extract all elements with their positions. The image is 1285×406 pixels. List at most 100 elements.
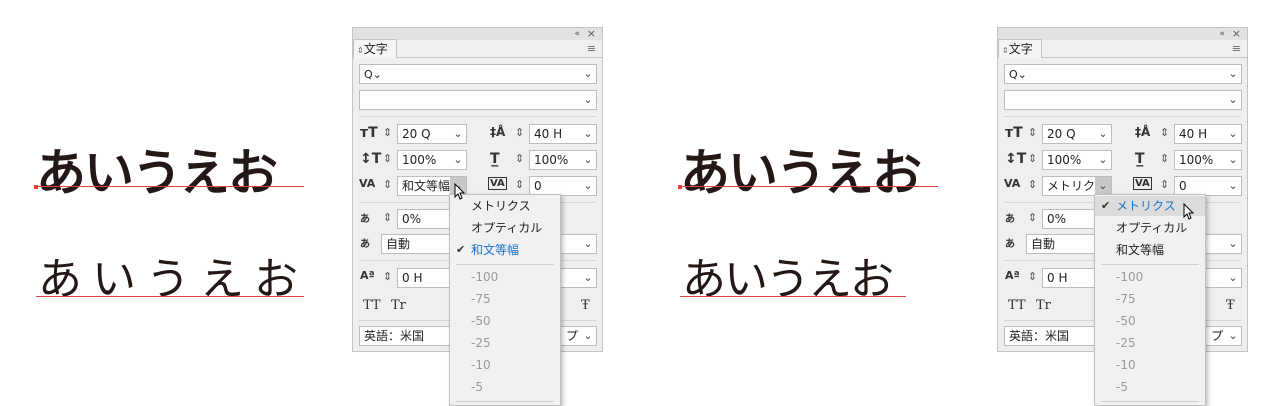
spin-arrows-icon[interactable]: ⇕ xyxy=(1028,176,1037,194)
tab-arrow-icon: ⇕ xyxy=(1002,46,1009,55)
strikethrough-button[interactable]: Ŧ xyxy=(1226,298,1235,313)
menu-item-japanese-equal-width[interactable]: 和文等幅 xyxy=(1095,240,1205,260)
spin-arrows-icon[interactable]: ⇕ xyxy=(383,150,392,168)
tracking-field[interactable]: 0 ⌄ xyxy=(529,176,597,196)
chevron-down-icon[interactable]: ⌄ xyxy=(1225,91,1241,109)
horizontal-scale-field[interactable]: 100% ⌄ xyxy=(529,150,597,170)
chevron-down-icon[interactable]: ⌄ xyxy=(1095,125,1111,143)
menu-item-value[interactable]: -10 xyxy=(450,355,560,375)
baseline-guide xyxy=(680,186,938,187)
chevron-down-icon[interactable]: ⌄ xyxy=(1095,151,1111,169)
vertical-scale-field[interactable]: 100% ⌄ xyxy=(397,150,467,170)
horizontal-scale-value: 100% xyxy=(534,153,569,167)
chevron-down-icon[interactable]: ⌄ xyxy=(1095,177,1111,195)
menu-item-japanese-equal-width[interactable]: ✔ 和文等幅 xyxy=(450,240,560,260)
tab-character[interactable]: ⇕文字 xyxy=(353,39,397,58)
leading-field[interactable]: 40 H ⌄ xyxy=(529,124,597,144)
spin-arrows-icon[interactable]: ⇕ xyxy=(1160,124,1169,142)
vertical-scale-field[interactable]: 100% ⌄ xyxy=(1042,150,1112,170)
spin-arrows-icon[interactable]: ⇕ xyxy=(1028,124,1037,142)
font-style-field[interactable]: ⌄ xyxy=(1004,90,1242,110)
tracking-value: 0 xyxy=(534,179,542,193)
aki-icon: あ xyxy=(1005,239,1015,250)
baseline-anchor xyxy=(34,185,38,189)
chevron-down-icon[interactable]: ⌄ xyxy=(580,91,596,109)
menu-item-value[interactable]: -5 xyxy=(1095,377,1205,397)
chevron-down-icon[interactable]: ⌄ xyxy=(580,125,596,143)
vertical-scale-value: 100% xyxy=(402,153,437,167)
chevron-down-icon[interactable]: ⌄ xyxy=(1225,269,1241,287)
menu-item-value[interactable]: -50 xyxy=(450,311,560,331)
spin-arrows-icon[interactable]: ⇕ xyxy=(1160,176,1169,194)
spin-arrows-icon[interactable]: ⇕ xyxy=(1028,150,1037,168)
chevron-down-icon[interactable]: ⌄ xyxy=(580,235,596,253)
kerning-icon: VA xyxy=(1004,177,1021,190)
baseline-guide xyxy=(36,186,304,187)
chevron-down-icon[interactable]: ⌄ xyxy=(580,151,596,169)
font-family-field[interactable]: Q⌄ ⌄ xyxy=(359,64,597,84)
spin-arrows-icon[interactable]: ⇕ xyxy=(1028,268,1037,286)
menu-item-value[interactable]: -100 xyxy=(450,267,560,287)
horizontal-scale-field[interactable]: 100% ⌄ xyxy=(1174,150,1242,170)
spin-arrows-icon[interactable]: ⇕ xyxy=(515,124,524,142)
menu-item-optical[interactable]: オプティカル xyxy=(450,218,560,238)
chevron-down-icon[interactable]: ⌄ xyxy=(1225,151,1241,169)
spin-arrows-icon[interactable]: ⇕ xyxy=(383,176,392,194)
all-caps-button[interactable]: TT xyxy=(363,298,381,313)
panel-menu-icon[interactable]: ≡ xyxy=(587,42,596,55)
spin-arrows-icon[interactable]: ⇕ xyxy=(383,124,392,142)
menu-item-value[interactable]: -5 xyxy=(450,377,560,397)
spin-arrows-icon[interactable]: ⇕ xyxy=(383,209,392,227)
menu-item-value[interactable]: -25 xyxy=(1095,333,1205,353)
kerning-field[interactable]: メトリクス ⌄ xyxy=(1042,176,1112,196)
chevron-down-icon[interactable]: ⌄ xyxy=(580,65,596,83)
collapse-icon[interactable]: « xyxy=(574,28,580,40)
collapse-icon[interactable]: « xyxy=(1219,28,1225,40)
menu-item-value[interactable]: -75 xyxy=(1095,289,1205,309)
font-style-field[interactable]: ⌄ xyxy=(359,90,597,110)
tsume-value: 0% xyxy=(402,212,422,226)
small-caps-button[interactable]: Tr xyxy=(1036,298,1051,313)
spin-arrows-icon[interactable]: ⇕ xyxy=(1160,150,1169,168)
chevron-down-icon[interactable]: ⌄ xyxy=(1225,235,1241,253)
font-size-icon: ᴛT xyxy=(360,125,378,141)
panel-menu-icon[interactable]: ≡ xyxy=(1232,42,1241,55)
tsume-icon: あ xyxy=(360,214,370,225)
chevron-down-icon[interactable]: ⌄ xyxy=(580,327,596,345)
menu-item-optical[interactable]: オプティカル xyxy=(1095,218,1205,238)
spin-arrows-icon[interactable]: ⇕ xyxy=(1028,209,1037,227)
menu-item-value[interactable]: -100 xyxy=(1095,267,1205,287)
font-size-field[interactable]: 20 Q ⌄ xyxy=(397,124,467,144)
menu-divider xyxy=(456,401,554,402)
font-size-field[interactable]: 20 Q ⌄ xyxy=(1042,124,1112,144)
chevron-down-icon[interactable]: ⌄ xyxy=(450,125,466,143)
search-icon: Q⌄ xyxy=(364,68,382,81)
kerning-value: 和文等幅 xyxy=(402,179,451,193)
spin-arrows-icon[interactable]: ⇕ xyxy=(515,176,524,194)
all-caps-button[interactable]: TT xyxy=(1008,298,1026,313)
menu-item-value[interactable]: -10 xyxy=(1095,355,1205,375)
tracking-field[interactable]: 0 ⌄ xyxy=(1174,176,1242,196)
baseline-shift-value: 0 H xyxy=(1047,271,1068,285)
font-family-field[interactable]: Q⌄ ⌄ xyxy=(1004,64,1242,84)
menu-item-value[interactable]: -50 xyxy=(1095,311,1205,331)
aki-value: 自動 xyxy=(1031,237,1056,251)
chevron-down-icon[interactable]: ⌄ xyxy=(1225,327,1241,345)
leading-field[interactable]: 40 H ⌄ xyxy=(1174,124,1242,144)
chevron-down-icon[interactable]: ⌄ xyxy=(1225,65,1241,83)
small-caps-button[interactable]: Tr xyxy=(391,298,406,313)
menu-item-value[interactable]: -75 xyxy=(450,289,560,309)
menu-item-value[interactable]: -25 xyxy=(450,333,560,353)
spin-arrows-icon[interactable]: ⇕ xyxy=(515,150,524,168)
tab-label: 文字 xyxy=(1008,42,1033,56)
chevron-down-icon[interactable]: ⌄ xyxy=(580,177,596,195)
close-icon[interactable]: × xyxy=(587,28,596,40)
chevron-down-icon[interactable]: ⌄ xyxy=(1225,125,1241,143)
chevron-down-icon[interactable]: ⌄ xyxy=(450,151,466,169)
chevron-down-icon[interactable]: ⌄ xyxy=(1225,177,1241,195)
chevron-down-icon[interactable]: ⌄ xyxy=(580,269,596,287)
spin-arrows-icon[interactable]: ⇕ xyxy=(383,268,392,286)
close-icon[interactable]: × xyxy=(1232,28,1241,40)
tab-character[interactable]: ⇕文字 xyxy=(998,39,1042,58)
strikethrough-button[interactable]: Ŧ xyxy=(581,298,590,313)
